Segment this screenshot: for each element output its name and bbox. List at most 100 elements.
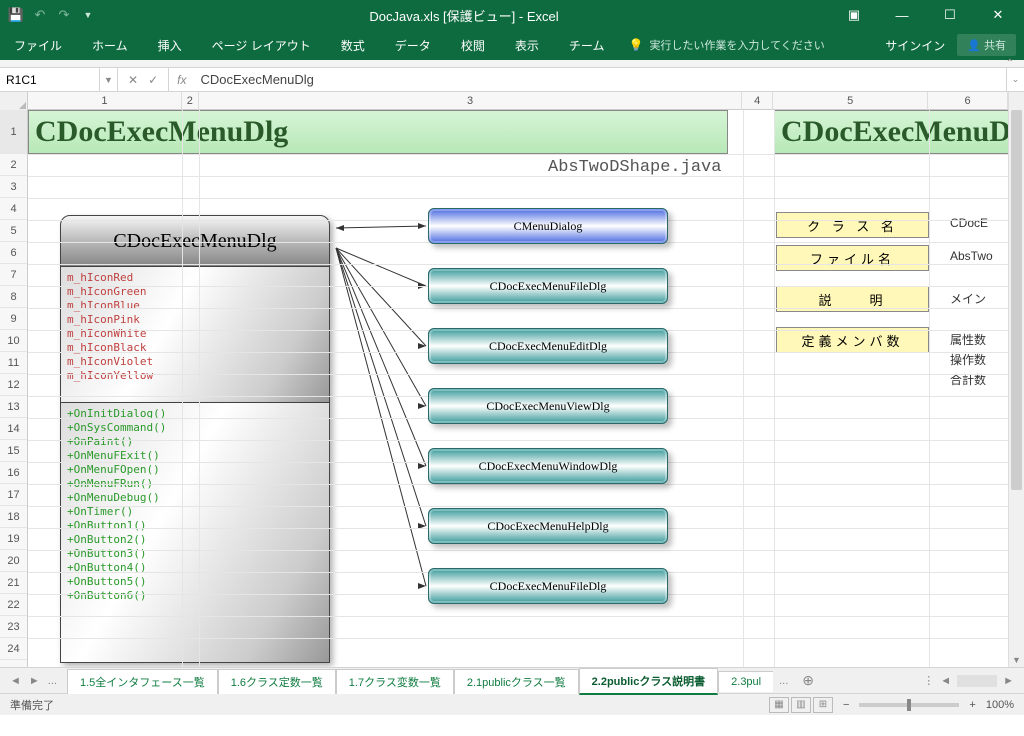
sheet-tab[interactable]: 1.6クラス定数一覧 (218, 669, 336, 694)
row-headers: 123456789101112131415161718192021222324 (0, 110, 28, 667)
tab-formulas[interactable]: 数式 (335, 33, 371, 58)
row-header[interactable]: 1 (0, 110, 27, 154)
undo-icon[interactable]: ↶ (32, 7, 48, 23)
tell-me-search[interactable]: 💡実行したい作業を入力してください (628, 37, 824, 53)
name-box[interactable]: R1C1 (0, 68, 100, 91)
tab-team[interactable]: チーム (563, 33, 611, 58)
col-header[interactable]: 6 (928, 92, 1008, 110)
related-class-box: CDocExecMenuEditDlg (428, 328, 668, 364)
tab-file[interactable]: ファイル (8, 33, 68, 58)
value-file-name: AbsTwo (950, 249, 993, 263)
row-header[interactable]: 8 (0, 286, 27, 308)
status-bar: 準備完了 ▦ ▥ ⊞ − + 100% (0, 693, 1024, 715)
page-layout-view-button[interactable]: ▥ (791, 697, 811, 713)
vertical-scrollbar[interactable]: ▼ (1008, 92, 1024, 667)
row-header[interactable]: 17 (0, 484, 27, 506)
row-header[interactable]: 2 (0, 154, 27, 176)
tab-view[interactable]: 表示 (509, 33, 545, 58)
minimize-button[interactable]: — (880, 1, 924, 29)
sheet-tab[interactable]: 2.3pul (718, 671, 773, 692)
cell-grid[interactable]: CDocExecMenuDlg CDocExecMenuDl AbsTwoDSh… (28, 110, 1008, 667)
horizontal-scrollbar[interactable] (957, 675, 997, 687)
formula-input[interactable]: CDocExecMenuDlg (194, 70, 1006, 89)
row-header[interactable]: 6 (0, 242, 27, 264)
row-header[interactable]: 24 (0, 638, 27, 660)
row-header[interactable]: 9 (0, 308, 27, 330)
close-button[interactable]: ✕ (976, 1, 1020, 29)
row-header[interactable]: 21 (0, 572, 27, 594)
row-header[interactable]: 18 (0, 506, 27, 528)
zoom-slider[interactable] (859, 703, 959, 707)
cancel-formula-icon[interactable]: ✕ (128, 73, 138, 87)
uml-method: +OnButton5() (67, 575, 323, 589)
page-break-view-button[interactable]: ⊞ (813, 697, 833, 713)
tab-insert[interactable]: 挿入 (152, 33, 188, 58)
row-header[interactable]: 23 (0, 616, 27, 638)
normal-view-button[interactable]: ▦ (769, 697, 789, 713)
sheet-tab[interactable]: 2.1publicクラス一覧 (454, 669, 579, 694)
share-button[interactable]: 👤 共有 (957, 34, 1016, 56)
maximize-button[interactable]: ☐ (928, 1, 972, 29)
vscroll-thumb[interactable] (1011, 110, 1022, 490)
value-attr-count: 属性数 (950, 331, 986, 348)
sheet-tab[interactable]: 1.7クラス変数一覧 (336, 669, 454, 694)
row-header[interactable]: 14 (0, 418, 27, 440)
uml-attribute: m_hIconBlue (67, 299, 323, 313)
scroll-down-icon[interactable]: ▼ (1009, 655, 1024, 665)
redo-icon[interactable]: ↷ (56, 7, 72, 23)
tab-review[interactable]: 校閲 (455, 33, 491, 58)
fx-icon[interactable]: fx (169, 73, 194, 87)
tab-ellipsis-right[interactable]: ... (773, 675, 794, 687)
row-header[interactable]: 16 (0, 462, 27, 484)
row-header[interactable]: 22 (0, 594, 27, 616)
zoom-in-button[interactable]: + (969, 699, 975, 711)
row-header[interactable]: 3 (0, 176, 27, 198)
sheet-tab[interactable]: 1.5全インタフェース一覧 (67, 669, 218, 694)
hscroll-right-icon[interactable]: ► (1003, 675, 1014, 687)
row-header[interactable]: 11 (0, 352, 27, 374)
col-header[interactable]: 5 (773, 92, 928, 110)
uml-attribute: m_hIconYellow (67, 369, 323, 383)
lightbulb-icon: 💡 (628, 38, 643, 52)
row-header[interactable]: 10 (0, 330, 27, 352)
column-headers: 123456 (0, 92, 1008, 110)
add-sheet-button[interactable]: ⊕ (794, 672, 822, 689)
zoom-out-button[interactable]: − (843, 699, 849, 711)
row-header[interactable]: 19 (0, 528, 27, 550)
qat-dropdown-icon[interactable]: ▼ (80, 7, 96, 23)
sheet-tab-active[interactable]: 2.2publicクラス説明書 (579, 668, 718, 695)
tab-nav-prev-icon[interactable]: ► (29, 675, 40, 687)
zoom-level[interactable]: 100% (986, 699, 1014, 711)
row-header[interactable]: 20 (0, 550, 27, 572)
enter-formula-icon[interactable]: ✓ (148, 73, 158, 87)
row-header[interactable]: 13 (0, 396, 27, 418)
row-header[interactable]: 7 (0, 264, 27, 286)
label-class-name: ク ラ ス 名 (776, 212, 929, 238)
row-header[interactable]: 12 (0, 374, 27, 396)
col-header[interactable]: 2 (182, 92, 199, 110)
col-header[interactable]: 4 (742, 92, 773, 110)
row-header[interactable]: 5 (0, 220, 27, 242)
select-all-corner[interactable] (0, 92, 28, 110)
hscroll-left-icon[interactable]: ◄ (940, 675, 951, 687)
name-box-dropdown-icon[interactable]: ▼ (100, 68, 118, 91)
row-header[interactable]: 15 (0, 440, 27, 462)
tab-ellipsis[interactable]: ... (48, 675, 57, 687)
worksheet-area: 123456 123456789101112131415161718192021… (0, 92, 1024, 667)
tab-pagelayout[interactable]: ページ レイアウト (206, 33, 317, 58)
value-method-count: 操作数 (950, 351, 986, 368)
col-header[interactable]: 3 (199, 92, 742, 110)
expand-formula-bar-icon[interactable]: ⌄ (1006, 68, 1024, 91)
ribbon-collapse-bar[interactable]: ⌃ (0, 60, 1024, 68)
row-header[interactable]: 4 (0, 198, 27, 220)
col-header[interactable]: 1 (28, 92, 182, 110)
uml-attribute: m_hIconRed (67, 271, 323, 285)
tab-home[interactable]: ホーム (86, 33, 134, 58)
tab-split-handle[interactable]: ⋮ (923, 674, 934, 687)
ribbon-display-icon[interactable]: ▣ (832, 1, 876, 29)
uml-method: +OnTimer() (67, 505, 323, 519)
save-icon[interactable]: 💾 (8, 7, 24, 23)
tab-data[interactable]: データ (389, 33, 437, 58)
signin-link[interactable]: サインイン (885, 37, 945, 54)
tab-nav-first-icon[interactable]: ◄ (10, 675, 21, 687)
